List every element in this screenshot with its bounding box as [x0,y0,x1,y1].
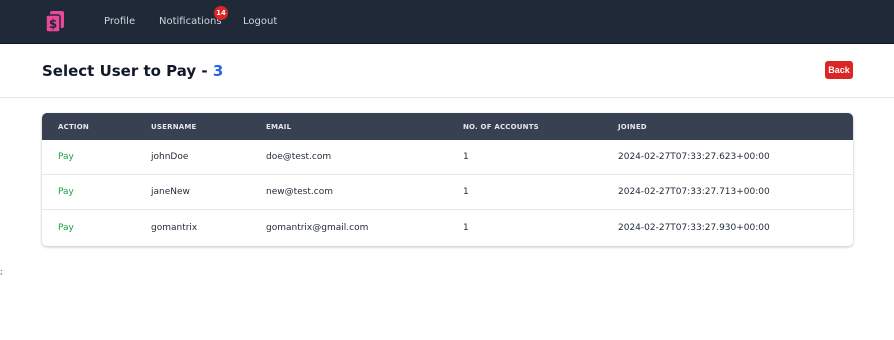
dollar-document-logo-icon[interactable]: $ [44,10,66,34]
pay-link[interactable]: Pay [58,187,74,198]
username-cell: janeNew [151,187,190,197]
email-cell: doe@test.com [266,152,332,162]
column-header-email: EMAIL [266,123,292,131]
email-cell: new@test.com [266,187,333,197]
joined-cell: 2024-02-27T07:33:27.713+00:00 [618,187,770,197]
pay-link[interactable]: Pay [58,223,74,234]
top-navbar: $ Profile Notifications 14 Logout [0,0,894,44]
email-cell: gomantrix@gmail.com [266,223,369,233]
notifications-count-badge: 14 [214,6,228,20]
table-row: Pay gomantrix gomantrix@gmail.com 1 2024… [42,211,853,246]
table-header: ACTION USERNAME EMAIL NO. OF ACCOUNTS JO… [42,113,853,140]
joined-cell: 2024-02-27T07:33:27.930+00:00 [618,223,770,233]
column-header-joined: JOINED [618,123,647,131]
column-header-action: ACTION [58,123,89,131]
table-row: Pay johnDoe doe@test.com 1 2024-02-27T07… [42,140,853,175]
table-row: Pay janeNew new@test.com 1 2024-02-27T07… [42,175,853,210]
pay-link[interactable]: Pay [58,152,74,163]
accounts-cell: 1 [463,223,469,233]
nav-notifications-link[interactable]: Notifications [159,16,222,28]
username-cell: johnDoe [151,152,189,162]
column-header-username: USERNAME [151,123,197,131]
accounts-cell: 1 [463,152,469,162]
nav-logout-link[interactable]: Logout [243,16,277,28]
nav-profile-link[interactable]: Profile [104,16,135,28]
user-count: 3 [212,62,224,80]
column-header-accounts: NO. OF ACCOUNTS [463,123,539,131]
users-table: ACTION USERNAME EMAIL NO. OF ACCOUNTS JO… [42,113,853,246]
username-cell: gomantrix [151,223,198,233]
stray-semicolon-text: ; [0,267,3,276]
page-title: Select User to Pay - 3 [42,62,223,80]
page-title-text: Select User to Pay - [42,62,208,80]
joined-cell: 2024-02-27T07:33:27.623+00:00 [618,152,770,162]
back-button[interactable]: Back [825,61,853,79]
accounts-cell: 1 [463,187,469,197]
svg-text:$: $ [49,17,57,31]
